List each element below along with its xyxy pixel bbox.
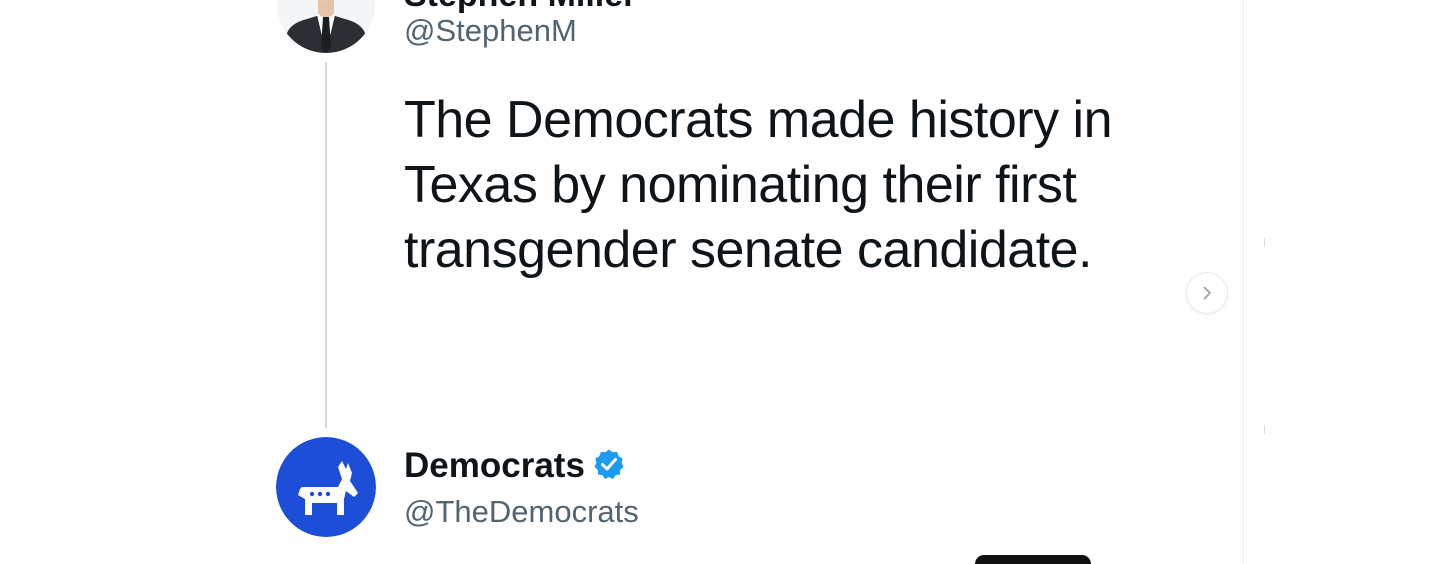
panel-divider-tick — [1264, 426, 1265, 434]
tweet-text: The Democrats made history in Texas by n… — [404, 91, 1113, 279]
chevron-right-icon — [1203, 286, 1211, 300]
panel-divider-tick — [1264, 238, 1265, 246]
author-avatar[interactable] — [277, 0, 375, 53]
right-side-panel — [1243, 0, 1440, 564]
thread-connector-line — [325, 62, 327, 428]
reply-author-row: Democrats — [404, 444, 625, 488]
verified-badge-icon — [593, 448, 625, 485]
embedded-media-edge — [975, 555, 1091, 564]
reply-author-handle[interactable]: @TheDemocrats — [404, 494, 639, 530]
portrait-icon — [277, 0, 375, 53]
reply-author-name[interactable]: Democrats — [404, 446, 585, 486]
democrats-avatar[interactable] — [276, 437, 376, 537]
author-handle[interactable]: @StephenM — [404, 13, 577, 49]
donkey-logo-icon — [276, 437, 376, 537]
next-slide-button[interactable] — [1186, 272, 1228, 314]
screenshot-stage: Stephen Miller @StephenM The Democrats m… — [0, 0, 1440, 564]
